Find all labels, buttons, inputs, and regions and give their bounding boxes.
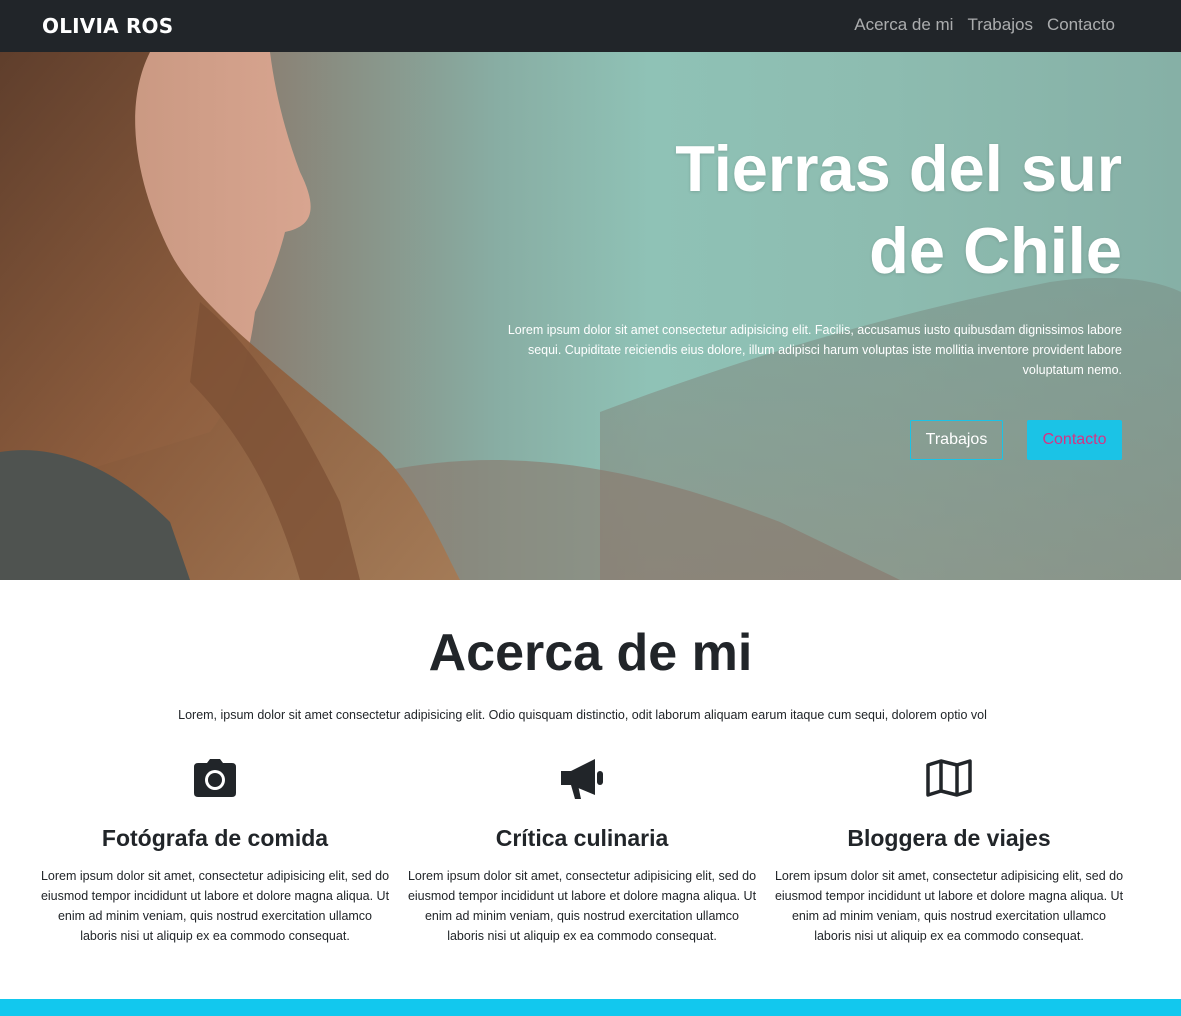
hero-section: Tierras del sur de Chile Lorem ipsum dol… [0, 52, 1181, 580]
footer-accent-bar [0, 999, 1181, 1016]
feature-text: Lorem ipsum dolor sit amet, consectetur … [774, 869, 1124, 943]
trabajos-button[interactable]: Trabajos [910, 420, 1003, 460]
nav-links: Acerca de mi Trabajos Contacto [854, 15, 1115, 35]
megaphone-icon [406, 756, 758, 800]
feature-title: Crítica culinaria [495, 825, 669, 851]
map-icon [773, 756, 1125, 800]
navbar: OLIVIA ROS Acerca de mi Trabajos Contact… [0, 0, 1181, 52]
camera-icon [39, 756, 391, 800]
about-lead: Lorem, ipsum dolor sit amet consectetur … [178, 708, 987, 722]
hero-title-line-1: Tierras del sur [675, 132, 1122, 205]
hero-title: Tierras del sur de Chile [522, 128, 1122, 292]
brand-logo[interactable]: OLIVIA ROS [42, 14, 173, 38]
about-title: Acerca de mi [428, 624, 753, 682]
hero-title-line-2: de Chile [869, 214, 1122, 287]
feature-title: Fotógrafa de comida [101, 825, 329, 851]
nav-link-acerca[interactable]: Acerca de mi [854, 15, 953, 35]
nav-link-contacto[interactable]: Contacto [1047, 15, 1115, 35]
feature-card-food-critic: Crítica culinaria Lorem ipsum dolor sit … [406, 756, 758, 946]
contacto-button[interactable]: Contacto [1027, 420, 1122, 460]
hero-description: Lorem ipsum dolor sit amet consectetur a… [507, 323, 1122, 377]
feature-text: Lorem ipsum dolor sit amet, consectetur … [407, 869, 757, 943]
feature-card-food-photographer: Fotógrafa de comida Lorem ipsum dolor si… [39, 756, 391, 946]
feature-card-travel-blogger: Bloggera de viajes Lorem ipsum dolor sit… [773, 756, 1125, 946]
feature-title: Bloggera de viajes [847, 825, 1051, 851]
nav-link-trabajos[interactable]: Trabajos [967, 15, 1033, 35]
feature-text: Lorem ipsum dolor sit amet, consectetur … [40, 869, 390, 943]
